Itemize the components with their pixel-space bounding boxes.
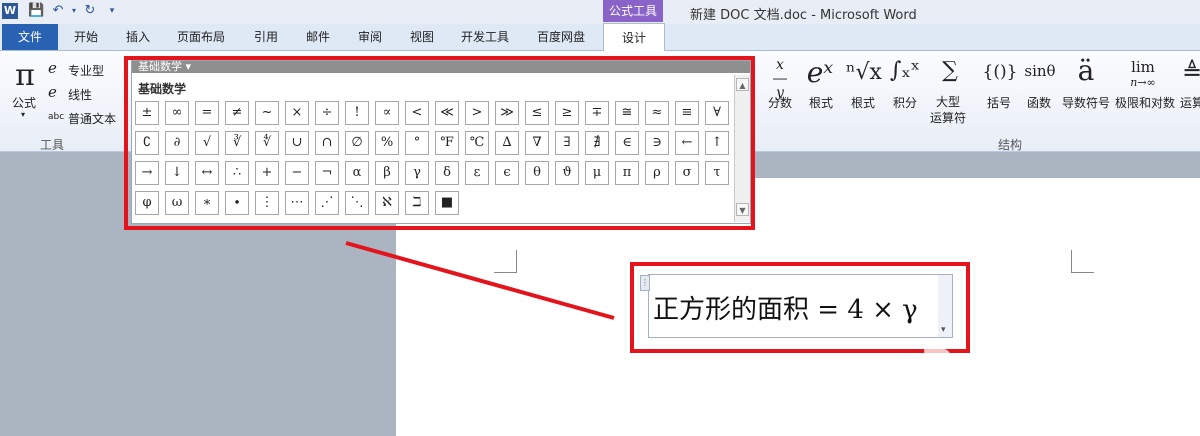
watermark-logo: Bai 经验 xyxy=(920,339,1105,393)
equation-options-dropdown[interactable]: ▾ xyxy=(938,274,953,338)
equation-text[interactable]: 正方形的面积 = 4 × γ xyxy=(653,289,918,326)
equation-handle-icon[interactable]: ⋮ xyxy=(640,275,650,291)
highlight-box-gallery xyxy=(124,56,755,230)
equation-box[interactable]: ⋮ 正方形的面积 = 4 × γ xyxy=(640,274,940,338)
watermark-url: jingyan.baidu.com xyxy=(960,390,1164,415)
